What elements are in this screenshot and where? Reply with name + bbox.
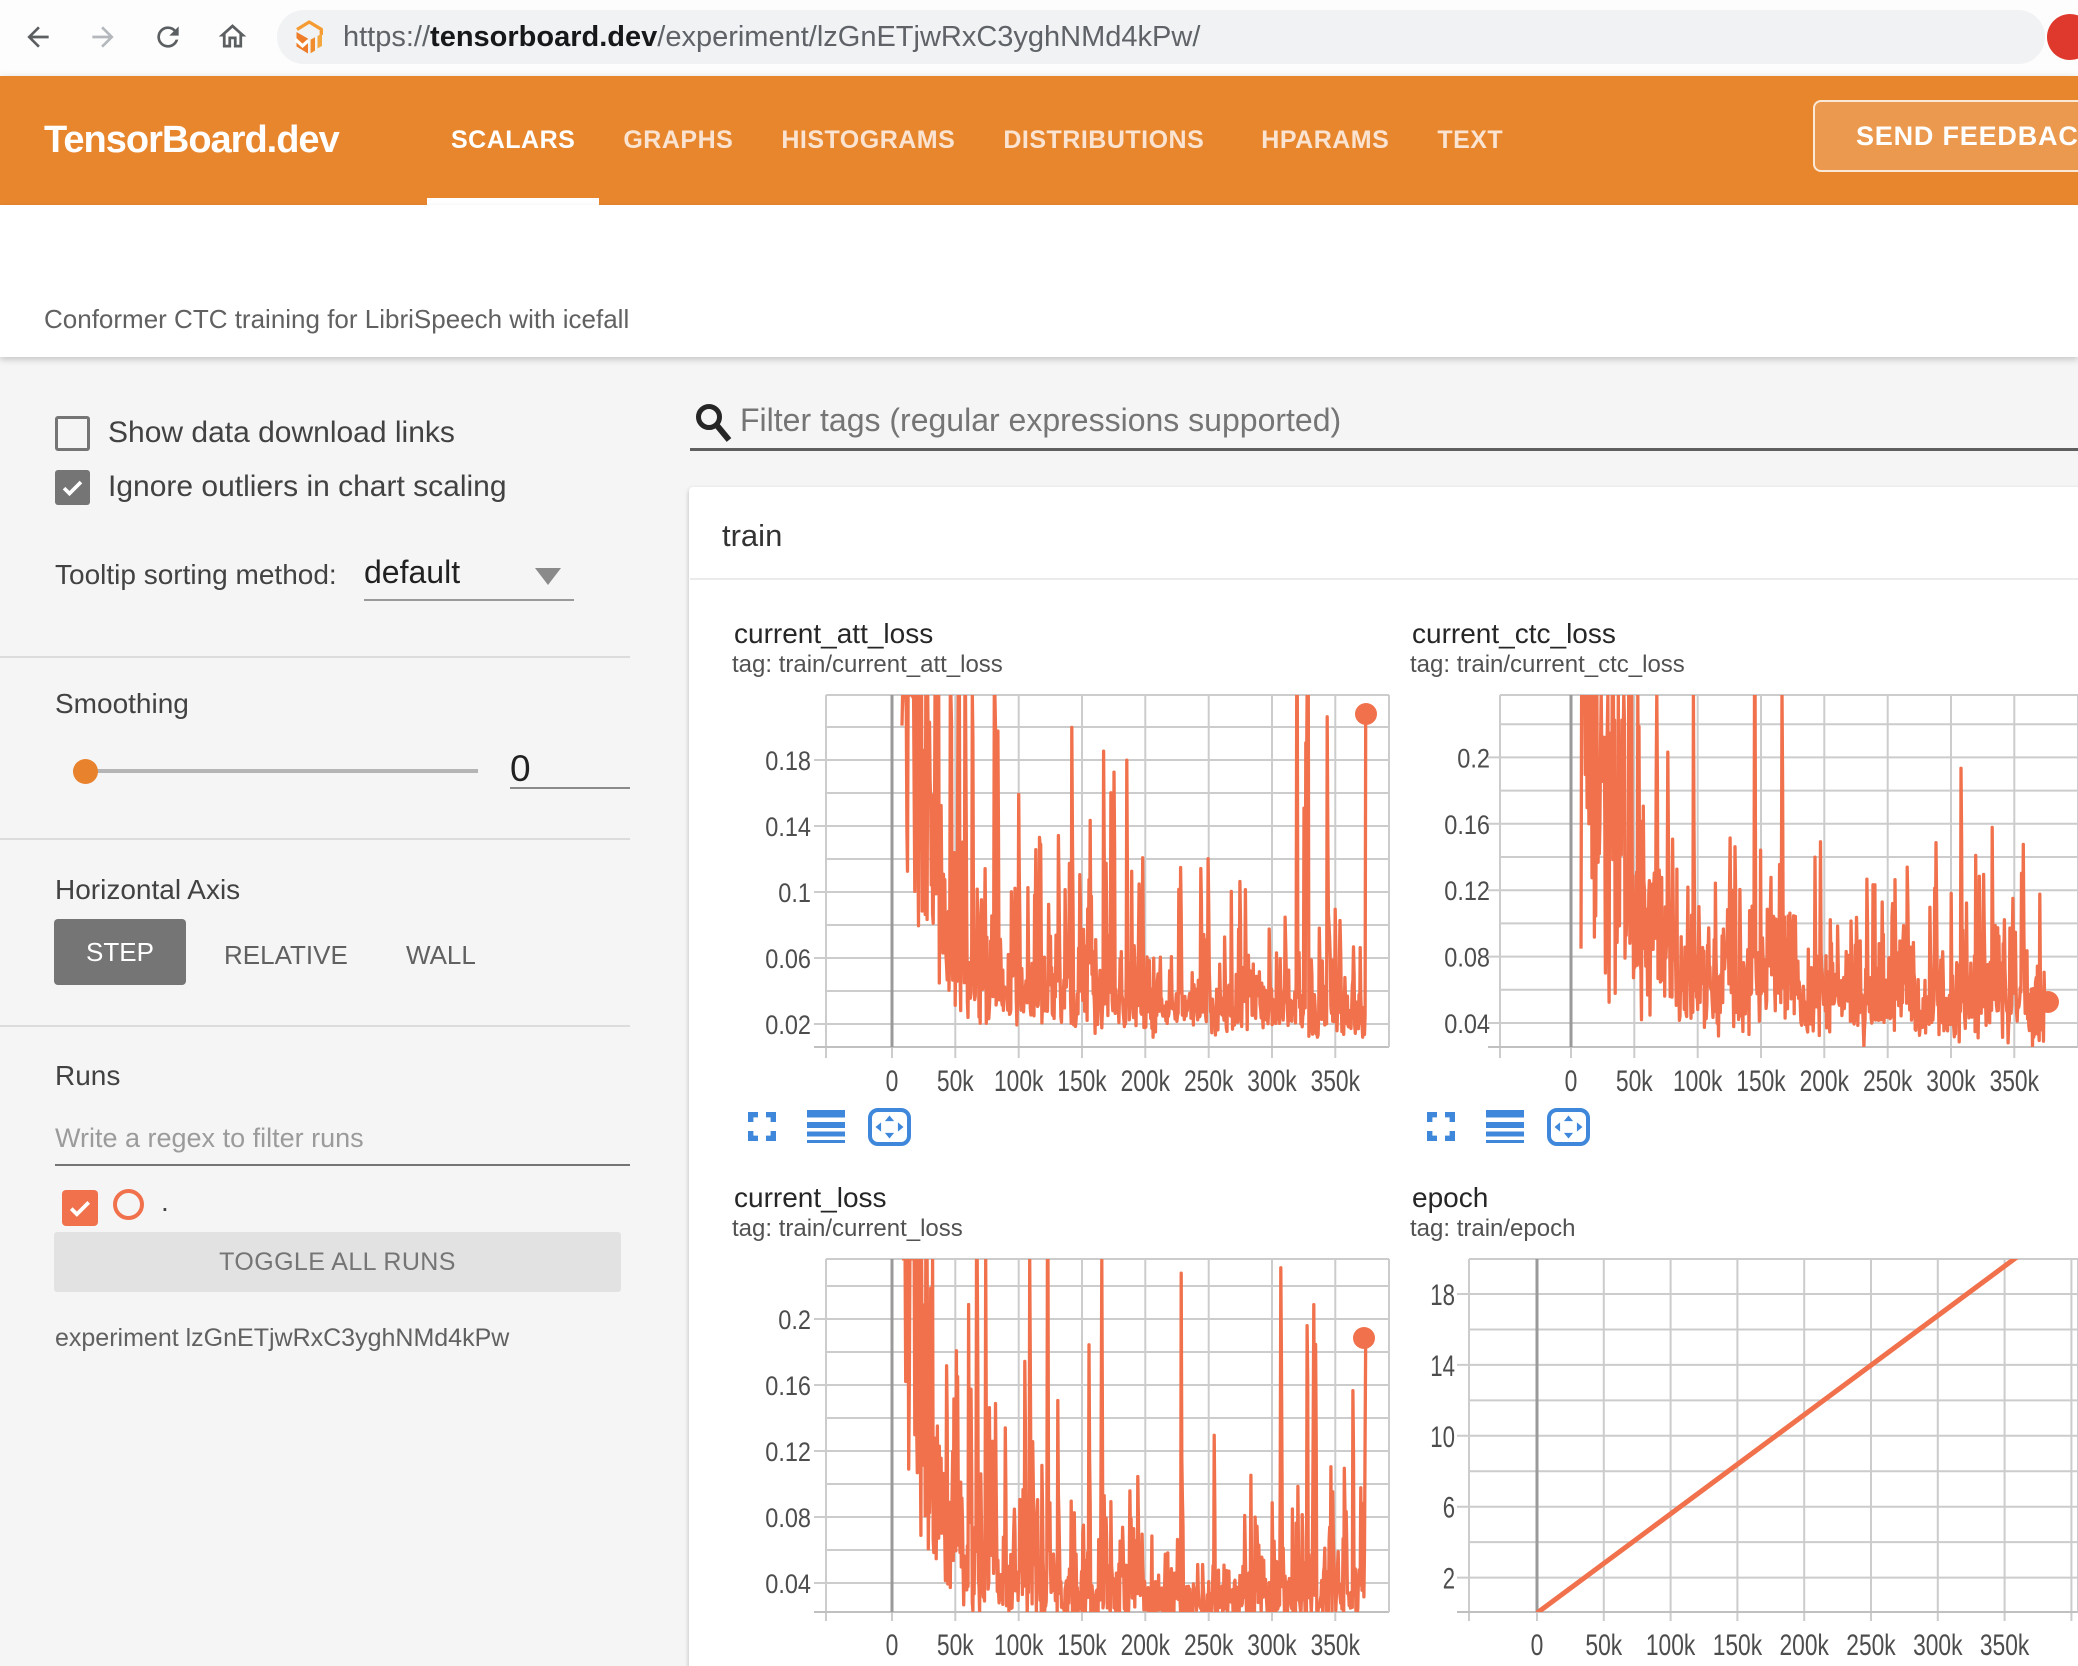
svg-text:0.18: 0.18 bbox=[765, 746, 811, 776]
svg-text:0.16: 0.16 bbox=[765, 1371, 811, 1401]
svg-text:300k: 300k bbox=[1247, 1065, 1297, 1098]
svg-text:350k: 350k bbox=[1980, 1629, 2030, 1662]
svg-text:14: 14 bbox=[1430, 1350, 1455, 1383]
svg-text:0.1: 0.1 bbox=[778, 878, 811, 908]
svg-text:0: 0 bbox=[1565, 1065, 1578, 1098]
svg-text:150k: 150k bbox=[1713, 1629, 1763, 1662]
svg-text:250k: 250k bbox=[1184, 1065, 1234, 1098]
svg-text:150k: 150k bbox=[1057, 1629, 1107, 1662]
svg-text:50k: 50k bbox=[1585, 1629, 1623, 1662]
svg-text:100k: 100k bbox=[1673, 1065, 1723, 1098]
svg-text:0.12: 0.12 bbox=[1444, 876, 1490, 906]
svg-text:250k: 250k bbox=[1846, 1629, 1896, 1662]
svg-text:0.2: 0.2 bbox=[1457, 743, 1490, 773]
svg-text:2: 2 bbox=[1443, 1563, 1455, 1596]
svg-text:200k: 200k bbox=[1800, 1065, 1850, 1098]
svg-text:0.08: 0.08 bbox=[1444, 943, 1490, 973]
svg-text:150k: 150k bbox=[1057, 1065, 1107, 1098]
svg-text:0.04: 0.04 bbox=[1444, 1009, 1490, 1039]
svg-text:0.12: 0.12 bbox=[765, 1437, 811, 1467]
svg-text:50k: 50k bbox=[1616, 1065, 1654, 1098]
svg-text:250k: 250k bbox=[1184, 1629, 1234, 1662]
svg-text:50k: 50k bbox=[937, 1065, 975, 1098]
svg-text:250k: 250k bbox=[1863, 1065, 1913, 1098]
svg-text:0.2: 0.2 bbox=[778, 1305, 811, 1335]
svg-text:0: 0 bbox=[886, 1629, 899, 1662]
svg-text:0.08: 0.08 bbox=[765, 1503, 811, 1533]
svg-text:0.06: 0.06 bbox=[765, 944, 811, 974]
svg-text:150k: 150k bbox=[1736, 1065, 1786, 1098]
svg-text:6: 6 bbox=[1443, 1492, 1455, 1525]
svg-text:0: 0 bbox=[1531, 1629, 1544, 1662]
svg-text:10: 10 bbox=[1430, 1421, 1455, 1454]
svg-text:0.02: 0.02 bbox=[765, 1010, 811, 1040]
svg-text:300k: 300k bbox=[1913, 1629, 1963, 1662]
svg-text:100k: 100k bbox=[994, 1629, 1044, 1662]
svg-text:300k: 300k bbox=[1247, 1629, 1297, 1662]
svg-text:0.16: 0.16 bbox=[1444, 810, 1490, 840]
svg-text:350k: 350k bbox=[1311, 1065, 1361, 1098]
svg-text:200k: 200k bbox=[1780, 1629, 1830, 1662]
svg-text:0: 0 bbox=[886, 1065, 899, 1098]
svg-text:100k: 100k bbox=[994, 1065, 1044, 1098]
svg-text:18: 18 bbox=[1430, 1279, 1455, 1312]
svg-text:200k: 200k bbox=[1121, 1629, 1171, 1662]
svg-text:100k: 100k bbox=[1646, 1629, 1696, 1662]
svg-text:0.14: 0.14 bbox=[765, 812, 811, 842]
svg-text:50k: 50k bbox=[937, 1629, 975, 1662]
svg-text:0.04: 0.04 bbox=[765, 1569, 811, 1599]
svg-text:300k: 300k bbox=[1926, 1065, 1976, 1098]
svg-text:200k: 200k bbox=[1121, 1065, 1171, 1098]
svg-text:350k: 350k bbox=[1990, 1065, 2040, 1098]
